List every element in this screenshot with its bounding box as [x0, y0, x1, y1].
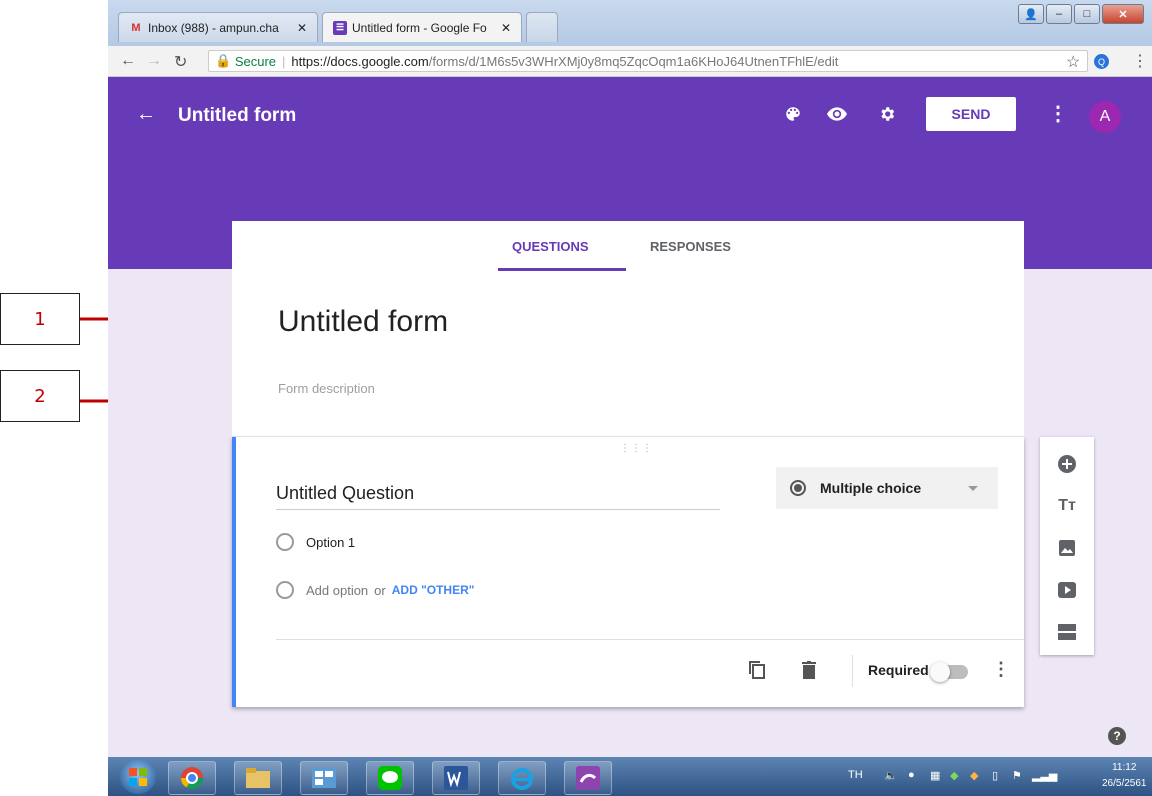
option-label[interactable]: Option 1 [306, 535, 355, 550]
duplicate-icon[interactable] [746, 659, 768, 681]
or-text: or [374, 582, 386, 598]
tab-label: Untitled form - Google Fo [352, 20, 487, 35]
palette-icon[interactable] [782, 103, 804, 125]
forward-arrow-icon[interactable]: → [146, 52, 162, 70]
required-label: Required [868, 662, 929, 678]
close-window-button[interactable]: ✕ [1102, 4, 1144, 24]
line-taskbar-icon[interactable] [366, 761, 414, 795]
bookmark-star-icon[interactable]: ☆ [1066, 52, 1080, 72]
tab-forms[interactable]: ☰ Untitled form - Google Fo ✕ [322, 12, 522, 42]
browser-menu-icon[interactable]: ⋮ [1132, 51, 1148, 71]
tray-line-icon[interactable]: ◆ [950, 769, 958, 782]
app-taskbar-icon[interactable] [564, 761, 612, 795]
clock[interactable]: 11:12 26/5/2561 [1102, 760, 1147, 792]
tab-label: Inbox (988) - ampun.cha [148, 20, 279, 35]
settings-gear-icon[interactable] [876, 103, 898, 125]
toggle-knob [930, 662, 950, 682]
delete-trash-icon[interactable] [798, 659, 820, 681]
control-panel-taskbar-icon[interactable] [300, 761, 348, 795]
lock-icon: 🔒 [215, 53, 235, 68]
close-icon[interactable]: ✕ [297, 21, 307, 35]
address-bar: ← → ↻ 🔒 Secure | https://docs.google.com… [108, 46, 1152, 77]
window-controls: 👤 – □ ✕ [1018, 4, 1144, 24]
tab-questions[interactable]: QUESTIONS [512, 239, 589, 254]
url-domain: https://docs.google.com [291, 53, 429, 69]
tab-responses[interactable]: RESPONSES [650, 239, 731, 254]
url-field[interactable]: 🔒 Secure | https://docs.google.com /form… [208, 50, 1088, 72]
divider [276, 639, 1024, 640]
question-card[interactable]: ⋮⋮⋮ Untitled Question Multiple choice Op… [232, 437, 1024, 707]
active-question-indicator [232, 437, 236, 707]
taskbar: TH 🔈 ● ▦ ◆ ◆ ▯ ⚑ ▂▃▅ 11:12 26/5/2561 [108, 757, 1152, 796]
add-image-icon[interactable] [1056, 537, 1078, 559]
tab-gmail[interactable]: M Inbox (988) - ampun.cha ✕ [118, 12, 318, 42]
help-icon[interactable]: ? [1108, 727, 1126, 745]
send-button[interactable]: SEND [926, 97, 1016, 131]
back-arrow-icon[interactable]: ← [120, 52, 136, 70]
option-row[interactable]: Option 1 [276, 533, 355, 551]
question-type-label: Multiple choice [820, 480, 922, 496]
add-video-icon[interactable] [1056, 579, 1078, 601]
form-title-input[interactable]: Untitled form [278, 305, 448, 339]
chrome-taskbar-icon[interactable] [168, 761, 216, 795]
close-icon[interactable]: ✕ [501, 21, 511, 35]
word-taskbar-icon[interactable] [432, 761, 480, 795]
add-question-icon[interactable] [1056, 453, 1078, 475]
add-option-input[interactable]: Add option [306, 583, 368, 598]
new-tab-button[interactable] [526, 12, 558, 42]
back-arrow-icon[interactable]: ← [136, 103, 156, 126]
side-toolbar: Tт [1040, 437, 1094, 655]
browser-window: M Inbox (988) - ampun.cha ✕ ☰ Untitled f… [108, 0, 1152, 796]
add-section-icon[interactable] [1056, 621, 1078, 643]
question-title-input[interactable]: Untitled Question [276, 483, 720, 510]
tray-keyboard-icon[interactable]: ▦ [930, 769, 940, 782]
drag-handle-icon[interactable]: ⋮⋮⋮ [620, 443, 653, 454]
forms-page: ← Untitled form SEND ⋮ A QUESTIONS RESPO… [108, 77, 1152, 757]
windows-logo-icon [129, 768, 147, 786]
question-type-dropdown[interactable]: Multiple choice [776, 467, 998, 509]
reload-icon[interactable]: ↻ [174, 52, 187, 72]
forms-icon: ☰ [333, 20, 347, 35]
secure-label: Secure [234, 53, 277, 69]
start-button[interactable] [120, 760, 156, 794]
tray-chrome-icon[interactable]: ● [908, 769, 915, 781]
minimize-button[interactable]: – [1046, 4, 1072, 24]
add-other-link[interactable]: ADD "OTHER" [392, 583, 475, 597]
radio-circle-icon [276, 581, 294, 599]
internet-explorer-taskbar-icon[interactable] [498, 761, 546, 795]
user-icon[interactable]: 👤 [1018, 4, 1044, 24]
dropdown-arrow-icon [968, 485, 978, 491]
title-bar: M Inbox (988) - ampun.cha ✕ ☰ Untitled f… [108, 0, 1152, 46]
extension-icon[interactable]: Q [1094, 54, 1109, 69]
volume-icon[interactable]: 🔈 [884, 769, 898, 782]
add-title-icon[interactable]: Tт [1056, 495, 1078, 517]
gmail-icon: M [131, 21, 141, 34]
radio-button-icon [790, 480, 806, 496]
flag-icon[interactable]: ⚑ [1012, 769, 1022, 782]
avatar[interactable]: A [1089, 101, 1121, 133]
more-options-icon[interactable]: ⋮ [992, 659, 1010, 680]
form-description-input[interactable]: Form description [278, 381, 375, 396]
url-path: /forms/d/1M6s5v3WHrXMj0y8mq5ZqcOqm1a6KHo… [428, 53, 839, 69]
preview-eye-icon[interactable] [826, 103, 848, 125]
radio-circle-icon [276, 533, 294, 551]
form-title-card: Untitled form Form description [232, 271, 1024, 436]
clock-date: 26/5/2561 [1102, 778, 1147, 789]
explorer-taskbar-icon[interactable] [234, 761, 282, 795]
more-options-icon[interactable]: ⋮ [1048, 101, 1068, 126]
add-option-row: Add option or ADD "OTHER" [276, 581, 474, 599]
tray-device-icon[interactable]: ▯ [992, 769, 998, 782]
tray-update-icon[interactable]: ◆ [970, 769, 978, 782]
network-signal-icon[interactable]: ▂▃▅ [1032, 769, 1057, 782]
clock-time: 11:12 [1112, 762, 1137, 773]
divider [852, 655, 853, 687]
maximize-button[interactable]: □ [1074, 4, 1100, 24]
header-form-title: Untitled form [178, 105, 297, 126]
language-indicator[interactable]: TH [848, 769, 863, 781]
form-tabs: QUESTIONS RESPONSES [232, 221, 1024, 272]
required-toggle[interactable] [930, 662, 968, 682]
